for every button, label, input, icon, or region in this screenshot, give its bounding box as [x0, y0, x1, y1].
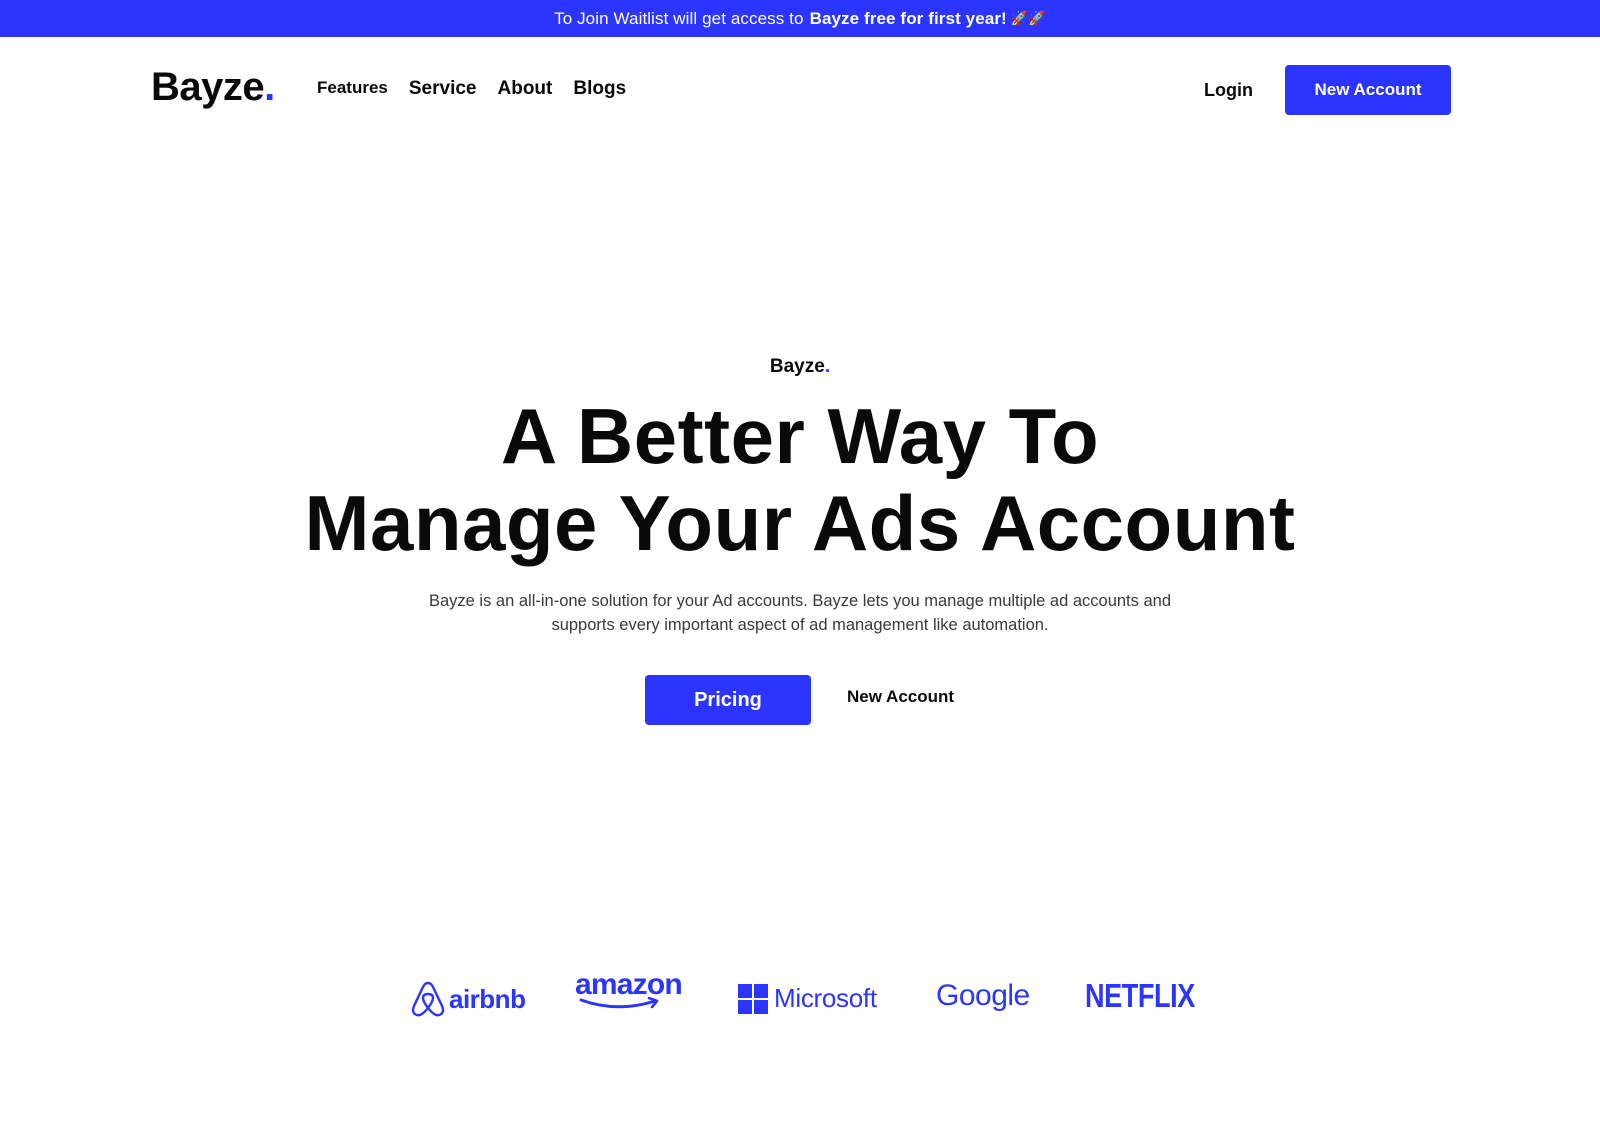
- hero-new-account-link[interactable]: New Account: [847, 687, 954, 707]
- hero-subtitle-line-2: supports every important aspect of ad ma…: [551, 616, 1049, 634]
- hero-brand-text: Bayze: [769, 356, 825, 377]
- amazon-logo: amazon: [575, 969, 683, 1011]
- nav-link-features[interactable]: Features: [317, 78, 388, 100]
- announcement-bar: To Join Waitlist will get access to Bayz…: [0, 0, 1600, 37]
- logo-text: Bayze: [151, 65, 265, 109]
- login-link[interactable]: Login: [1204, 80, 1253, 101]
- airbnb-wordmark: airbnb: [449, 983, 526, 1014]
- microsoft-logo: Microsoft: [738, 983, 877, 1014]
- site-logo[interactable]: Bayze.: [151, 67, 275, 107]
- new-account-button[interactable]: New Account: [1285, 65, 1451, 115]
- netflix-wordmark: NETFLIX: [1085, 977, 1195, 1014]
- nav-link-about[interactable]: About: [498, 78, 553, 100]
- partner-logos: airbnb amazon Microsoft Google NETFLIX: [0, 969, 1600, 1025]
- top-navigation: Bayze. Features Service About Blogs Logi…: [0, 37, 1600, 142]
- hero-title-line-1: A Better Way To: [500, 392, 1100, 480]
- pricing-button[interactable]: Pricing: [645, 675, 811, 725]
- hero-brand-dot: .: [824, 356, 831, 377]
- nav-link-service[interactable]: Service: [409, 78, 477, 100]
- airbnb-logo: airbnb: [411, 981, 526, 1017]
- announcement-highlight: Bayze free for first year!: [809, 8, 1007, 28]
- rocket-icon: 🚀🚀: [1010, 10, 1046, 26]
- hero-subtitle: Bayze is an all-in-one solution for your…: [400, 589, 1200, 637]
- microsoft-windows-icon: [738, 983, 768, 1014]
- nav-link-blogs[interactable]: Blogs: [573, 78, 626, 100]
- google-wordmark: Google: [936, 979, 1030, 1012]
- airbnb-icon: [411, 981, 445, 1017]
- hero-subtitle-line-1: Bayze is an all-in-one solution for your…: [428, 592, 1171, 610]
- hero-brand: Bayze.: [0, 356, 1600, 378]
- hero-title-line-2: Manage Your Ads Account: [304, 479, 1296, 567]
- hero-title: A Better Way To Manage Your Ads Account: [0, 393, 1600, 567]
- announcement-text: To Join Waitlist will get access to: [554, 8, 804, 28]
- google-logo: Google: [936, 979, 1030, 1013]
- logo-dot: .: [264, 65, 275, 109]
- nav-links: Features Service About Blogs: [317, 78, 626, 100]
- netflix-logo: NETFLIX: [1085, 977, 1219, 1015]
- microsoft-wordmark: Microsoft: [774, 983, 877, 1013]
- amazon-smile-icon: [579, 997, 659, 1009]
